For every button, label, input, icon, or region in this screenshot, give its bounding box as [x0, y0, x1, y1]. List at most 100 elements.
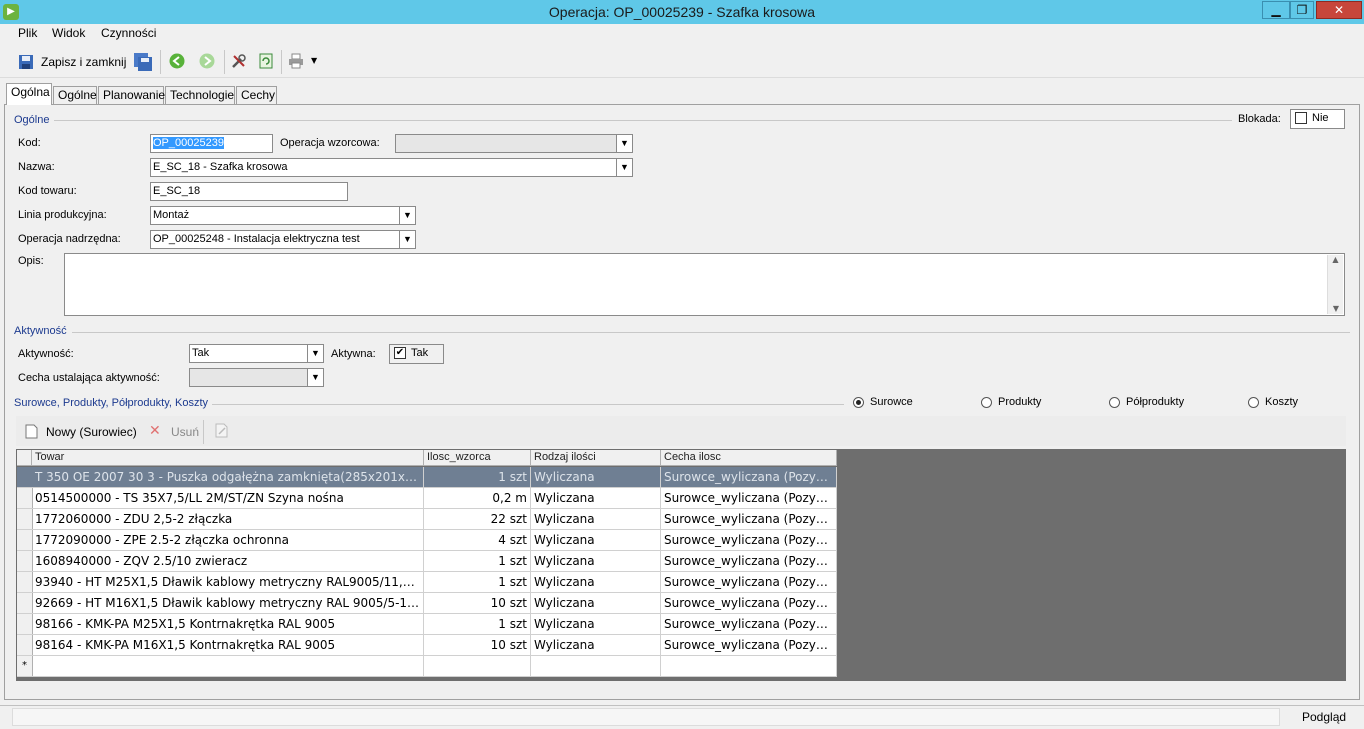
table-cell[interactable]: 1 szt: [424, 551, 531, 572]
tab-cechy[interactable]: Cechy: [236, 86, 277, 104]
table-cell[interactable]: 10 szt: [424, 635, 531, 656]
edit-button[interactable]: [215, 423, 229, 441]
row-header[interactable]: [17, 551, 33, 572]
table-row[interactable]: 98166 - KMK-PA M25X1,5 Kontrnakrętka RAL…: [17, 614, 837, 635]
column-header-ilosc[interactable]: Ilosc_wzorca: [424, 450, 531, 466]
row-header[interactable]: [17, 530, 33, 551]
delete-x-icon[interactable]: ✕: [149, 423, 161, 439]
table-cell[interactable]: 98166 - KMK-PA M25X1,5 Kontrnakrętka RAL…: [32, 614, 424, 635]
refresh-button[interactable]: [258, 53, 274, 72]
radio-surowce-label[interactable]: Surowce: [870, 396, 913, 408]
table-cell[interactable]: 93940 - HT M25X1,5 Dławik kablowy metryc…: [32, 572, 424, 593]
table-cell[interactable]: [661, 656, 837, 677]
table-cell[interactable]: 0514500000 - TS 35X7,5/LL 2M/ST/ZN Szyna…: [32, 488, 424, 509]
chevron-down-icon[interactable]: ▼: [307, 345, 323, 362]
radio-polprodukty[interactable]: [1109, 397, 1120, 408]
table-cell[interactable]: 4 szt: [424, 530, 531, 551]
tab-ogolna[interactable]: Ogólna: [6, 83, 52, 105]
table-cell[interactable]: [531, 656, 661, 677]
table-cell[interactable]: Wyliczana: [531, 467, 661, 488]
radio-produkty[interactable]: [981, 397, 992, 408]
preview-label[interactable]: Podgląd: [1302, 710, 1346, 724]
column-header-towar[interactable]: Towar: [32, 450, 424, 466]
menu-widok[interactable]: Widok: [52, 26, 85, 40]
chevron-down-icon[interactable]: ▼: [307, 369, 323, 386]
blokada-checkbox[interactable]: [1295, 112, 1307, 125]
table-cell[interactable]: Surowce_wyliczana (Pozycje...: [661, 635, 837, 656]
column-header-rodzaj[interactable]: Rodzaj ilości: [531, 450, 661, 466]
table-cell[interactable]: 0,2 m: [424, 488, 531, 509]
save-close-button[interactable]: [18, 54, 34, 73]
radio-surowce[interactable]: [853, 397, 864, 408]
forward-button[interactable]: [199, 53, 215, 72]
scroll-down-icon[interactable]: ▼: [1328, 304, 1344, 313]
kod-input[interactable]: OP_00025239: [150, 134, 273, 153]
close-button[interactable]: ✕: [1316, 1, 1362, 19]
table-row[interactable]: 1772090000 - ZPE 2.5-2 złączka ochronna 4…: [17, 530, 837, 551]
scroll-up-icon[interactable]: ▲: [1328, 255, 1343, 264]
minimize-button[interactable]: ▁: [1262, 1, 1290, 19]
new-material-button[interactable]: [25, 424, 38, 442]
table-cell[interactable]: [424, 656, 531, 677]
table-cell[interactable]: 92669 - HT M16X1,5 Dławik kablowy metryc…: [32, 593, 424, 614]
menu-plik[interactable]: Plik: [18, 26, 37, 40]
row-header[interactable]: [17, 488, 33, 509]
table-cell[interactable]: Surowce_wyliczana (Pozycje...: [661, 467, 837, 488]
table-row[interactable]: 93940 - HT M25X1,5 Dławik kablowy metryc…: [17, 572, 837, 593]
save-button[interactable]: [133, 52, 153, 75]
row-header[interactable]: *: [17, 656, 33, 677]
table-cell[interactable]: Wyliczana: [531, 509, 661, 530]
kod-towaru-input[interactable]: E_SC_18: [150, 182, 348, 201]
table-row[interactable]: 1608940000 - ZQV 2.5/10 zwieracz 1 szt Wyl…: [17, 551, 837, 572]
cecha-dropdown[interactable]: ▼: [189, 368, 324, 387]
table-cell[interactable]: Surowce_wyliczana (Pozycje...: [661, 572, 837, 593]
chevron-down-icon[interactable]: ▼: [399, 231, 415, 248]
radio-koszty[interactable]: [1248, 397, 1259, 408]
table-cell[interactable]: Wyliczana: [531, 593, 661, 614]
print-dropdown-icon[interactable]: ▼: [311, 56, 317, 65]
tab-ogolne[interactable]: Ogólne: [53, 86, 97, 104]
nadrzedna-dropdown[interactable]: OP_00025248 - Instalacja elektryczna tes…: [150, 230, 416, 249]
tab-planowanie[interactable]: Planowanie: [98, 86, 165, 104]
table-cell[interactable]: [32, 656, 424, 677]
chevron-down-icon[interactable]: ▼: [399, 207, 415, 224]
table-row[interactable]: 92669 - HT M16X1,5 Dławik kablowy metryc…: [17, 593, 837, 614]
table-cell[interactable]: Surowce_wyliczana (Pozycje...: [661, 614, 837, 635]
table-cell[interactable]: 10 szt: [424, 593, 531, 614]
table-cell[interactable]: 98164 - KMK-PA M16X1,5 Kontrnakrętka RAL…: [32, 635, 424, 656]
radio-polprodukty-label[interactable]: Półprodukty: [1126, 396, 1184, 408]
row-header[interactable]: [17, 467, 33, 488]
chevron-down-icon[interactable]: ▼: [616, 159, 632, 176]
table-cell[interactable]: 1772090000 - ZPE 2.5-2 złączka ochronna: [32, 530, 424, 551]
print-button[interactable]: [288, 53, 304, 72]
restore-button[interactable]: ❐: [1290, 1, 1314, 19]
table-cell[interactable]: Wyliczana: [531, 572, 661, 593]
table-row[interactable]: T 350 OE 2007 30 3 - Puszka odgałężna za…: [17, 467, 837, 488]
check-icon[interactable]: ✔: [394, 347, 406, 360]
save-close-label[interactable]: Zapisz i zamknij: [41, 55, 126, 69]
table-cell[interactable]: T 350 OE 2007 30 3 - Puszka odgałężna za…: [32, 467, 424, 488]
delete-material-label[interactable]: Usuń: [171, 425, 199, 439]
table-cell[interactable]: Surowce_wyliczana (Pozycje...: [661, 509, 837, 530]
opis-scrollbar[interactable]: ▲ ▼: [1327, 255, 1343, 314]
wzorcowa-dropdown[interactable]: ▼: [395, 134, 633, 153]
linia-dropdown[interactable]: Montaż ▼: [150, 206, 416, 225]
new-table-row[interactable]: *: [17, 656, 837, 677]
table-cell[interactable]: Surowce_wyliczana (Pozycje...: [661, 488, 837, 509]
table-cell[interactable]: Wyliczana: [531, 635, 661, 656]
table-cell[interactable]: 1 szt: [424, 467, 531, 488]
table-cell[interactable]: 1 szt: [424, 572, 531, 593]
table-cell[interactable]: Surowce_wyliczana (Pozycje...: [661, 551, 837, 572]
row-header[interactable]: [17, 614, 33, 635]
table-cell[interactable]: Wyliczana: [531, 488, 661, 509]
radio-koszty-label[interactable]: Koszty: [1265, 396, 1298, 408]
table-cell[interactable]: Wyliczana: [531, 551, 661, 572]
tab-technologie[interactable]: Technologie: [165, 86, 235, 104]
row-header[interactable]: [17, 572, 33, 593]
table-cell[interactable]: Surowce_wyliczana (Pozycje...: [661, 530, 837, 551]
opis-textarea[interactable]: [64, 253, 1345, 316]
table-cell[interactable]: 1608940000 - ZQV 2.5/10 zwieracz: [32, 551, 424, 572]
new-material-label[interactable]: Nowy (Surowiec): [46, 425, 137, 439]
table-cell[interactable]: Wyliczana: [531, 614, 661, 635]
aktywna-field[interactable]: ✔ Tak: [389, 344, 444, 364]
